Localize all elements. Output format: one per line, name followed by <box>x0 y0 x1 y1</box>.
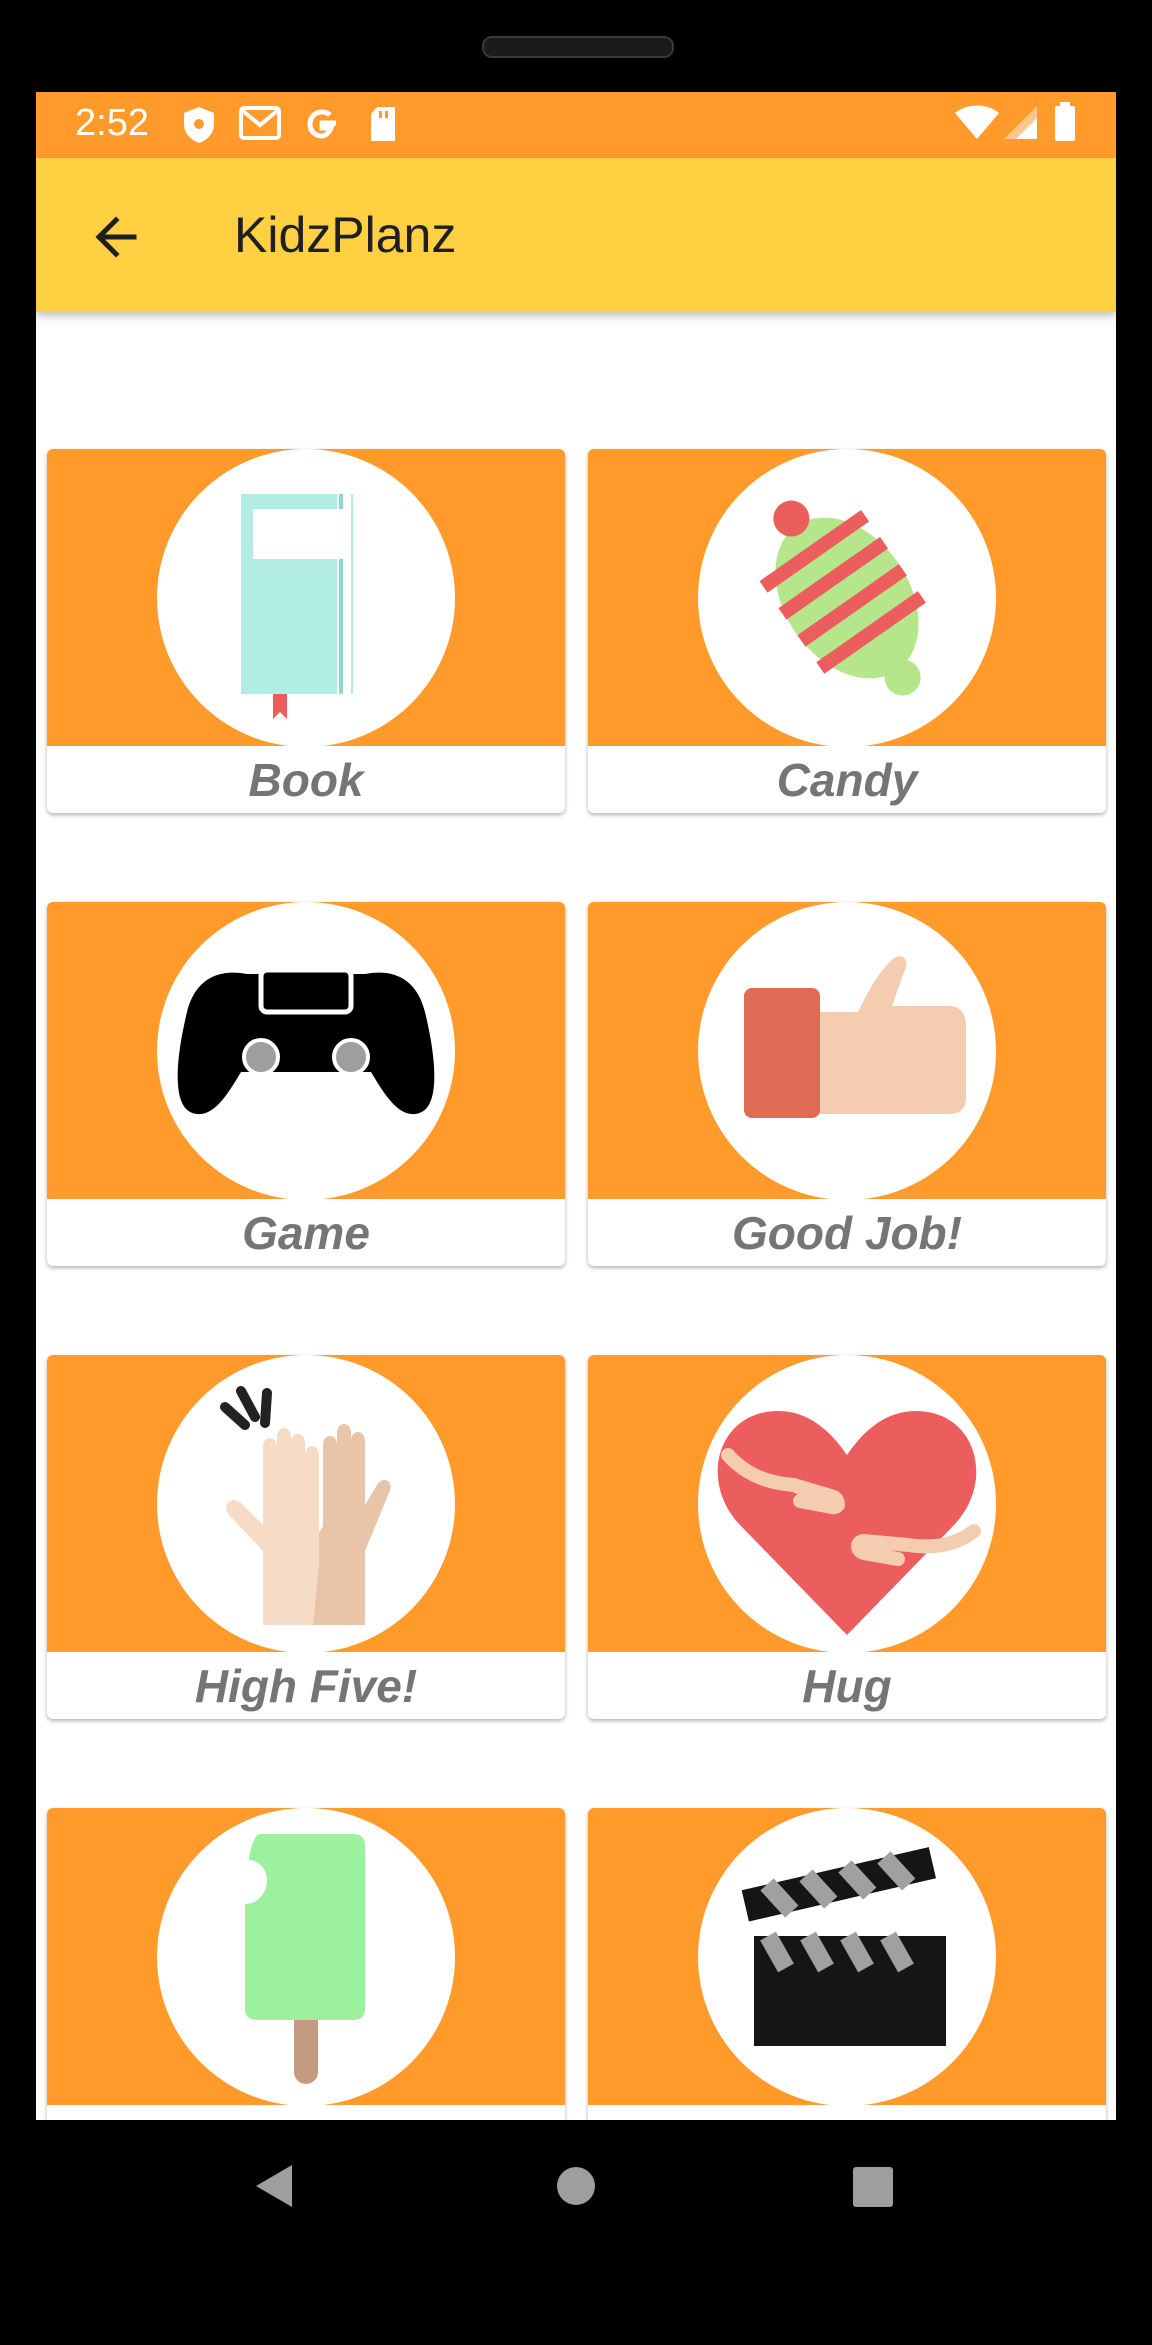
app-screen: 2:52 KidzPlanz Book Candy Game Good Job!… <box>36 92 1116 2120</box>
card-label: Book <box>248 754 364 806</box>
shield-icon <box>182 106 216 149</box>
card-label: Candy <box>776 754 918 806</box>
gmail-icon <box>239 106 281 145</box>
high-five-icon <box>157 1355 455 1653</box>
earpiece-speaker <box>482 36 674 58</box>
reward-card-candy[interactable]: Candy <box>588 449 1106 813</box>
reward-card-book[interactable]: Book <box>47 449 565 813</box>
home-nav-icon[interactable] <box>556 2166 596 2211</box>
app-bar: KidzPlanz <box>36 158 1116 312</box>
sd-card-icon <box>369 106 397 147</box>
candy-icon <box>698 449 996 747</box>
card-label: Ice Cream <box>47 2108 565 2120</box>
back-nav-icon[interactable] <box>254 2163 294 2214</box>
system-nav-bar <box>0 2120 1152 2345</box>
clapperboard-icon <box>698 1808 996 2106</box>
reward-card-hug[interactable]: Hug <box>588 1355 1106 1719</box>
google-icon <box>304 106 340 147</box>
gamepad-icon <box>157 902 455 1200</box>
card-label: Good Job! <box>732 1207 962 1259</box>
heart-hug-icon <box>698 1355 996 1653</box>
reward-card-ice-cream[interactable]: Ice Cream <box>47 1808 565 2120</box>
card-label: Hug <box>802 1660 892 1712</box>
reward-card-game[interactable]: Game <box>47 902 565 1266</box>
back-arrow-icon[interactable] <box>82 202 152 272</box>
app-title: KidzPlanz <box>234 207 457 263</box>
card-label: Movie <box>588 2108 1106 2120</box>
reward-card-high-five[interactable]: High Five! <box>47 1355 565 1719</box>
wifi-icon <box>954 104 1000 145</box>
card-label: Game <box>242 1207 370 1259</box>
status-time: 2:52 <box>75 102 149 144</box>
battery-icon <box>1054 102 1076 147</box>
card-label: High Five! <box>194 1660 418 1712</box>
status-bar: 2:52 <box>36 92 1116 158</box>
ice-cream-icon <box>157 1808 455 2106</box>
book-icon <box>157 449 455 747</box>
signal-icon <box>1002 104 1038 145</box>
phone-frame: 2:52 KidzPlanz Book Candy Game Good Job!… <box>0 0 1152 2345</box>
reward-card-movie[interactable]: Movie <box>588 1808 1106 2120</box>
recents-nav-icon[interactable] <box>853 2167 893 2212</box>
reward-card-good-job[interactable]: Good Job! <box>588 902 1106 1266</box>
thumbs-up-icon <box>698 902 996 1200</box>
